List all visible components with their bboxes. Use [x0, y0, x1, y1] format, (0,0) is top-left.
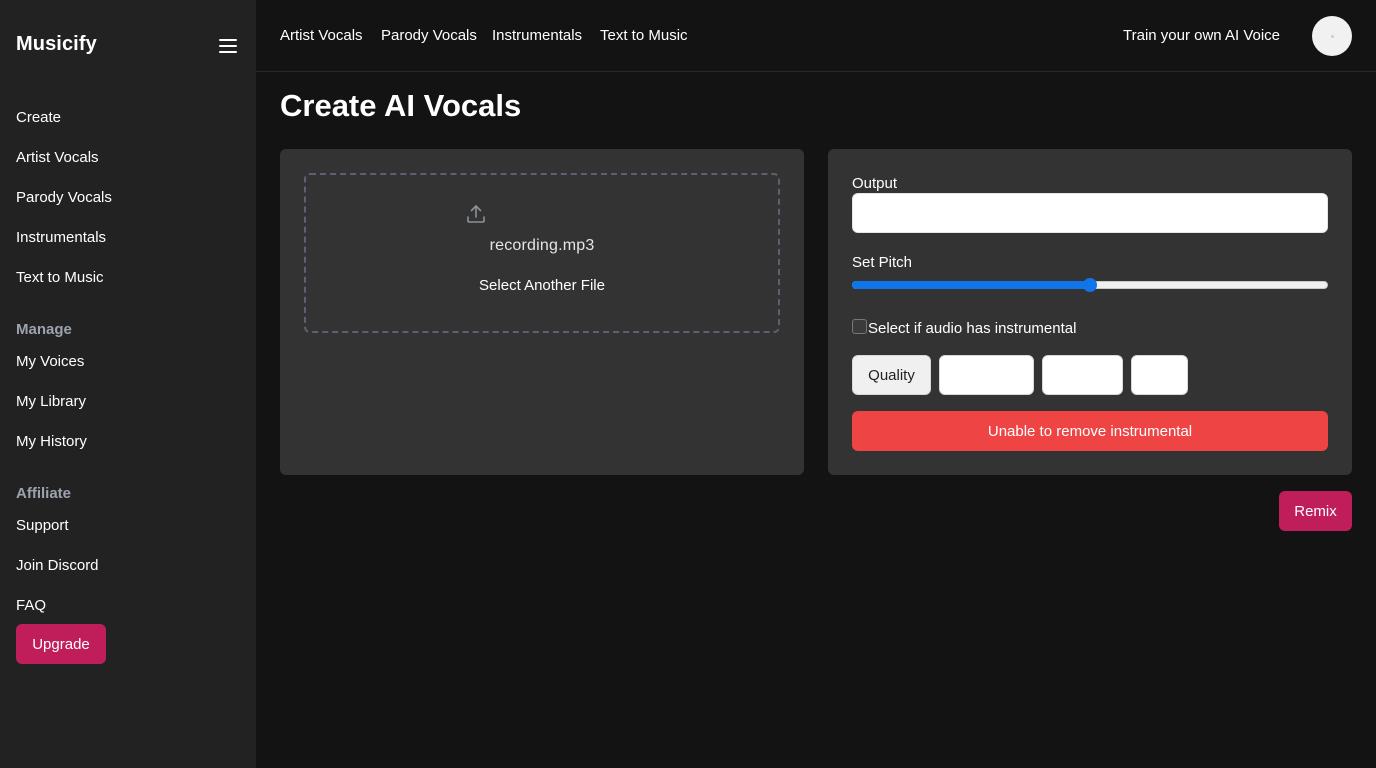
top-nav: Artist Vocals Parody Vocals Instrumental…	[256, 0, 1376, 72]
sidebar-item-faq[interactable]: FAQ	[16, 597, 46, 614]
quality-option-2[interactable]	[1042, 355, 1123, 395]
top-link-artist-vocals[interactable]: Artist Vocals	[280, 27, 363, 44]
brand-logo[interactable]: Musicify	[16, 33, 97, 56]
sidebar-item-support[interactable]: Support	[16, 517, 69, 534]
sidebar-heading-manage: Manage	[16, 321, 72, 338]
sidebar-item-artist-vocals[interactable]: Artist Vocals	[16, 149, 99, 166]
pitch-slider[interactable]	[852, 278, 1328, 292]
top-link-text-to-music[interactable]: Text to Music	[600, 27, 688, 44]
top-link-instrumentals[interactable]: Instrumentals	[492, 27, 582, 44]
remix-button[interactable]: Remix	[1279, 491, 1352, 531]
page-title: Create AI Vocals	[280, 88, 522, 123]
quality-button[interactable]: Quality	[852, 355, 931, 395]
pitch-label: Set Pitch	[852, 254, 913, 271]
uploaded-file-name: recording.mp3	[489, 237, 595, 254]
settings-panel: Output Set Pitch Select if audio has ins…	[828, 149, 1352, 475]
sidebar-item-my-history[interactable]: My History	[16, 433, 87, 450]
pitch-slider-thumb[interactable]	[1083, 278, 1097, 292]
upload-panel: recording.mp3 Select Another File	[280, 149, 804, 475]
upgrade-button[interactable]: Upgrade	[16, 624, 106, 664]
instrumental-checkbox[interactable]	[852, 319, 867, 334]
sidebar-heading-affiliate: Affiliate	[16, 485, 72, 502]
quality-option-3[interactable]	[1131, 355, 1188, 395]
sidebar-item-my-voices[interactable]: My Voices	[16, 353, 84, 370]
upload-icon	[467, 205, 485, 223]
output-label: Output	[852, 175, 898, 192]
sidebar-item-join-discord[interactable]: Join Discord	[16, 557, 99, 574]
app-root: Musicify Create Artist Vocals Parody Voc…	[0, 0, 1376, 768]
menu-icon[interactable]	[218, 37, 238, 55]
top-link-parody-vocals[interactable]: Parody Vocals	[381, 27, 477, 44]
file-dropzone[interactable]: recording.mp3 Select Another File	[304, 173, 780, 333]
sidebar-item-create[interactable]: Create	[16, 109, 61, 126]
quality-option-1[interactable]	[939, 355, 1034, 395]
sidebar: Musicify Create Artist Vocals Parody Voc…	[0, 0, 256, 768]
instrumental-checkbox-label[interactable]: Select if audio has instrumental	[868, 320, 1076, 337]
sidebar-item-text-to-music[interactable]: Text to Music	[16, 269, 104, 286]
output-field[interactable]	[852, 193, 1328, 233]
remove-instrumental-warning-button[interactable]: Unable to remove instrumental	[852, 411, 1328, 451]
sidebar-item-instrumentals[interactable]: Instrumentals	[16, 229, 106, 246]
select-another-file-link[interactable]: Select Another File	[306, 277, 778, 294]
sidebar-item-parody-vocals[interactable]: Parody Vocals	[16, 189, 112, 206]
user-avatar[interactable]	[1312, 16, 1352, 56]
train-voice-link[interactable]: Train your own AI Voice	[1123, 27, 1280, 44]
pitch-slider-fill	[852, 281, 1090, 289]
sidebar-item-my-library[interactable]: My Library	[16, 393, 86, 410]
